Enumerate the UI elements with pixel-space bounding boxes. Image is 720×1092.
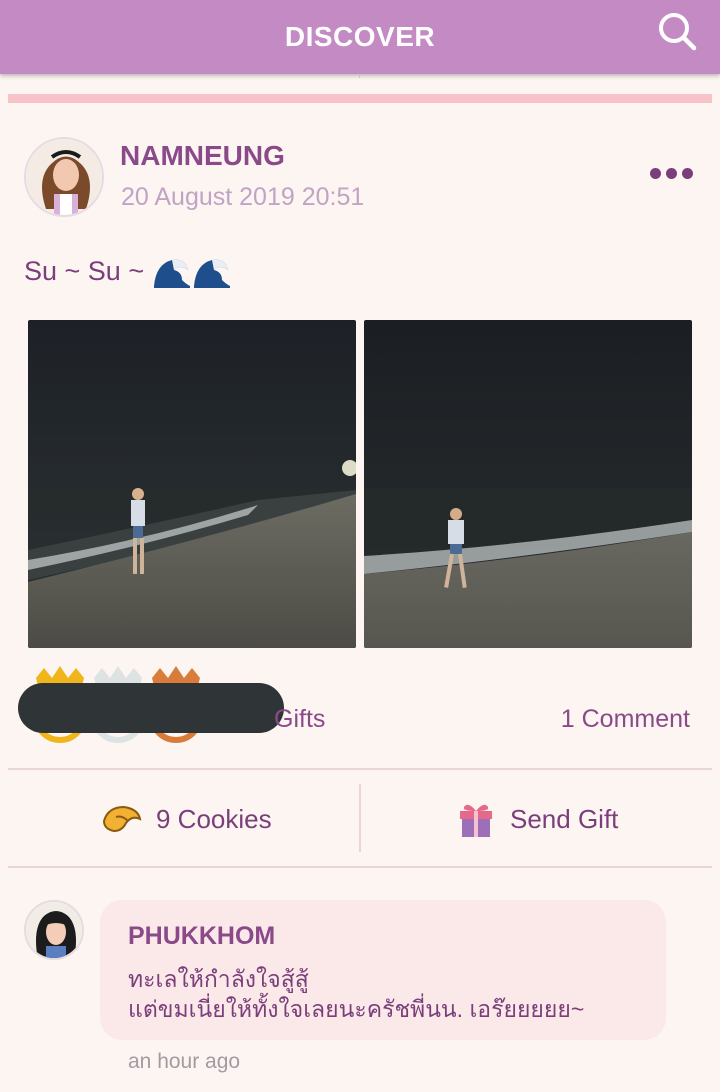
divider — [8, 866, 712, 868]
comment-time: an hour ago — [128, 1050, 241, 1073]
post-photo-2[interactable] — [364, 320, 692, 648]
redaction-bar — [18, 683, 284, 733]
pink-strip — [8, 94, 712, 103]
wave-emoji-icon — [154, 259, 231, 288]
tab-divider — [359, 74, 360, 78]
cookies-label: 9 Cookies — [156, 803, 272, 834]
send-gift-button[interactable]: Send Gift — [456, 796, 618, 842]
more-options-icon[interactable] — [650, 168, 693, 179]
comment-count[interactable]: 1 Comment — [561, 705, 690, 734]
app-header: DISCOVER — [0, 0, 720, 74]
caption-text: Su ~ Su ~ — [24, 255, 145, 286]
fortune-cookie-icon — [102, 805, 142, 833]
comment-author-avatar[interactable] — [24, 900, 84, 960]
cookies-button[interactable]: 9 Cookies — [102, 796, 272, 842]
post-timestamp: 20 August 2019 20:51 — [121, 183, 365, 211]
comment-author-name[interactable]: PHUKKHOM — [128, 922, 275, 951]
gift-box-icon — [460, 804, 492, 837]
comment-text: ทะเลให้กำลังใจสู้สู้ แต่ขมเนี่ยให้ทั้งใจ… — [128, 966, 585, 1022]
search-icon[interactable] — [656, 10, 698, 52]
divider — [8, 768, 712, 770]
comment-bubble: PHUKKHOM ทะเลให้กำลังใจสู้สู้ แต่ขมเนี่ย… — [100, 900, 666, 1040]
post-caption: Su ~ Su ~ — [24, 254, 232, 288]
post-photo-1[interactable] — [28, 320, 356, 648]
post-author-name[interactable]: NAMNEUNG — [120, 140, 285, 172]
send-gift-label: Send Gift — [510, 803, 619, 834]
post-author-avatar[interactable] — [24, 137, 104, 217]
gifts-label[interactable]: Gifts — [274, 705, 325, 734]
action-divider — [359, 784, 361, 852]
page-title: DISCOVER — [284, 21, 436, 52]
